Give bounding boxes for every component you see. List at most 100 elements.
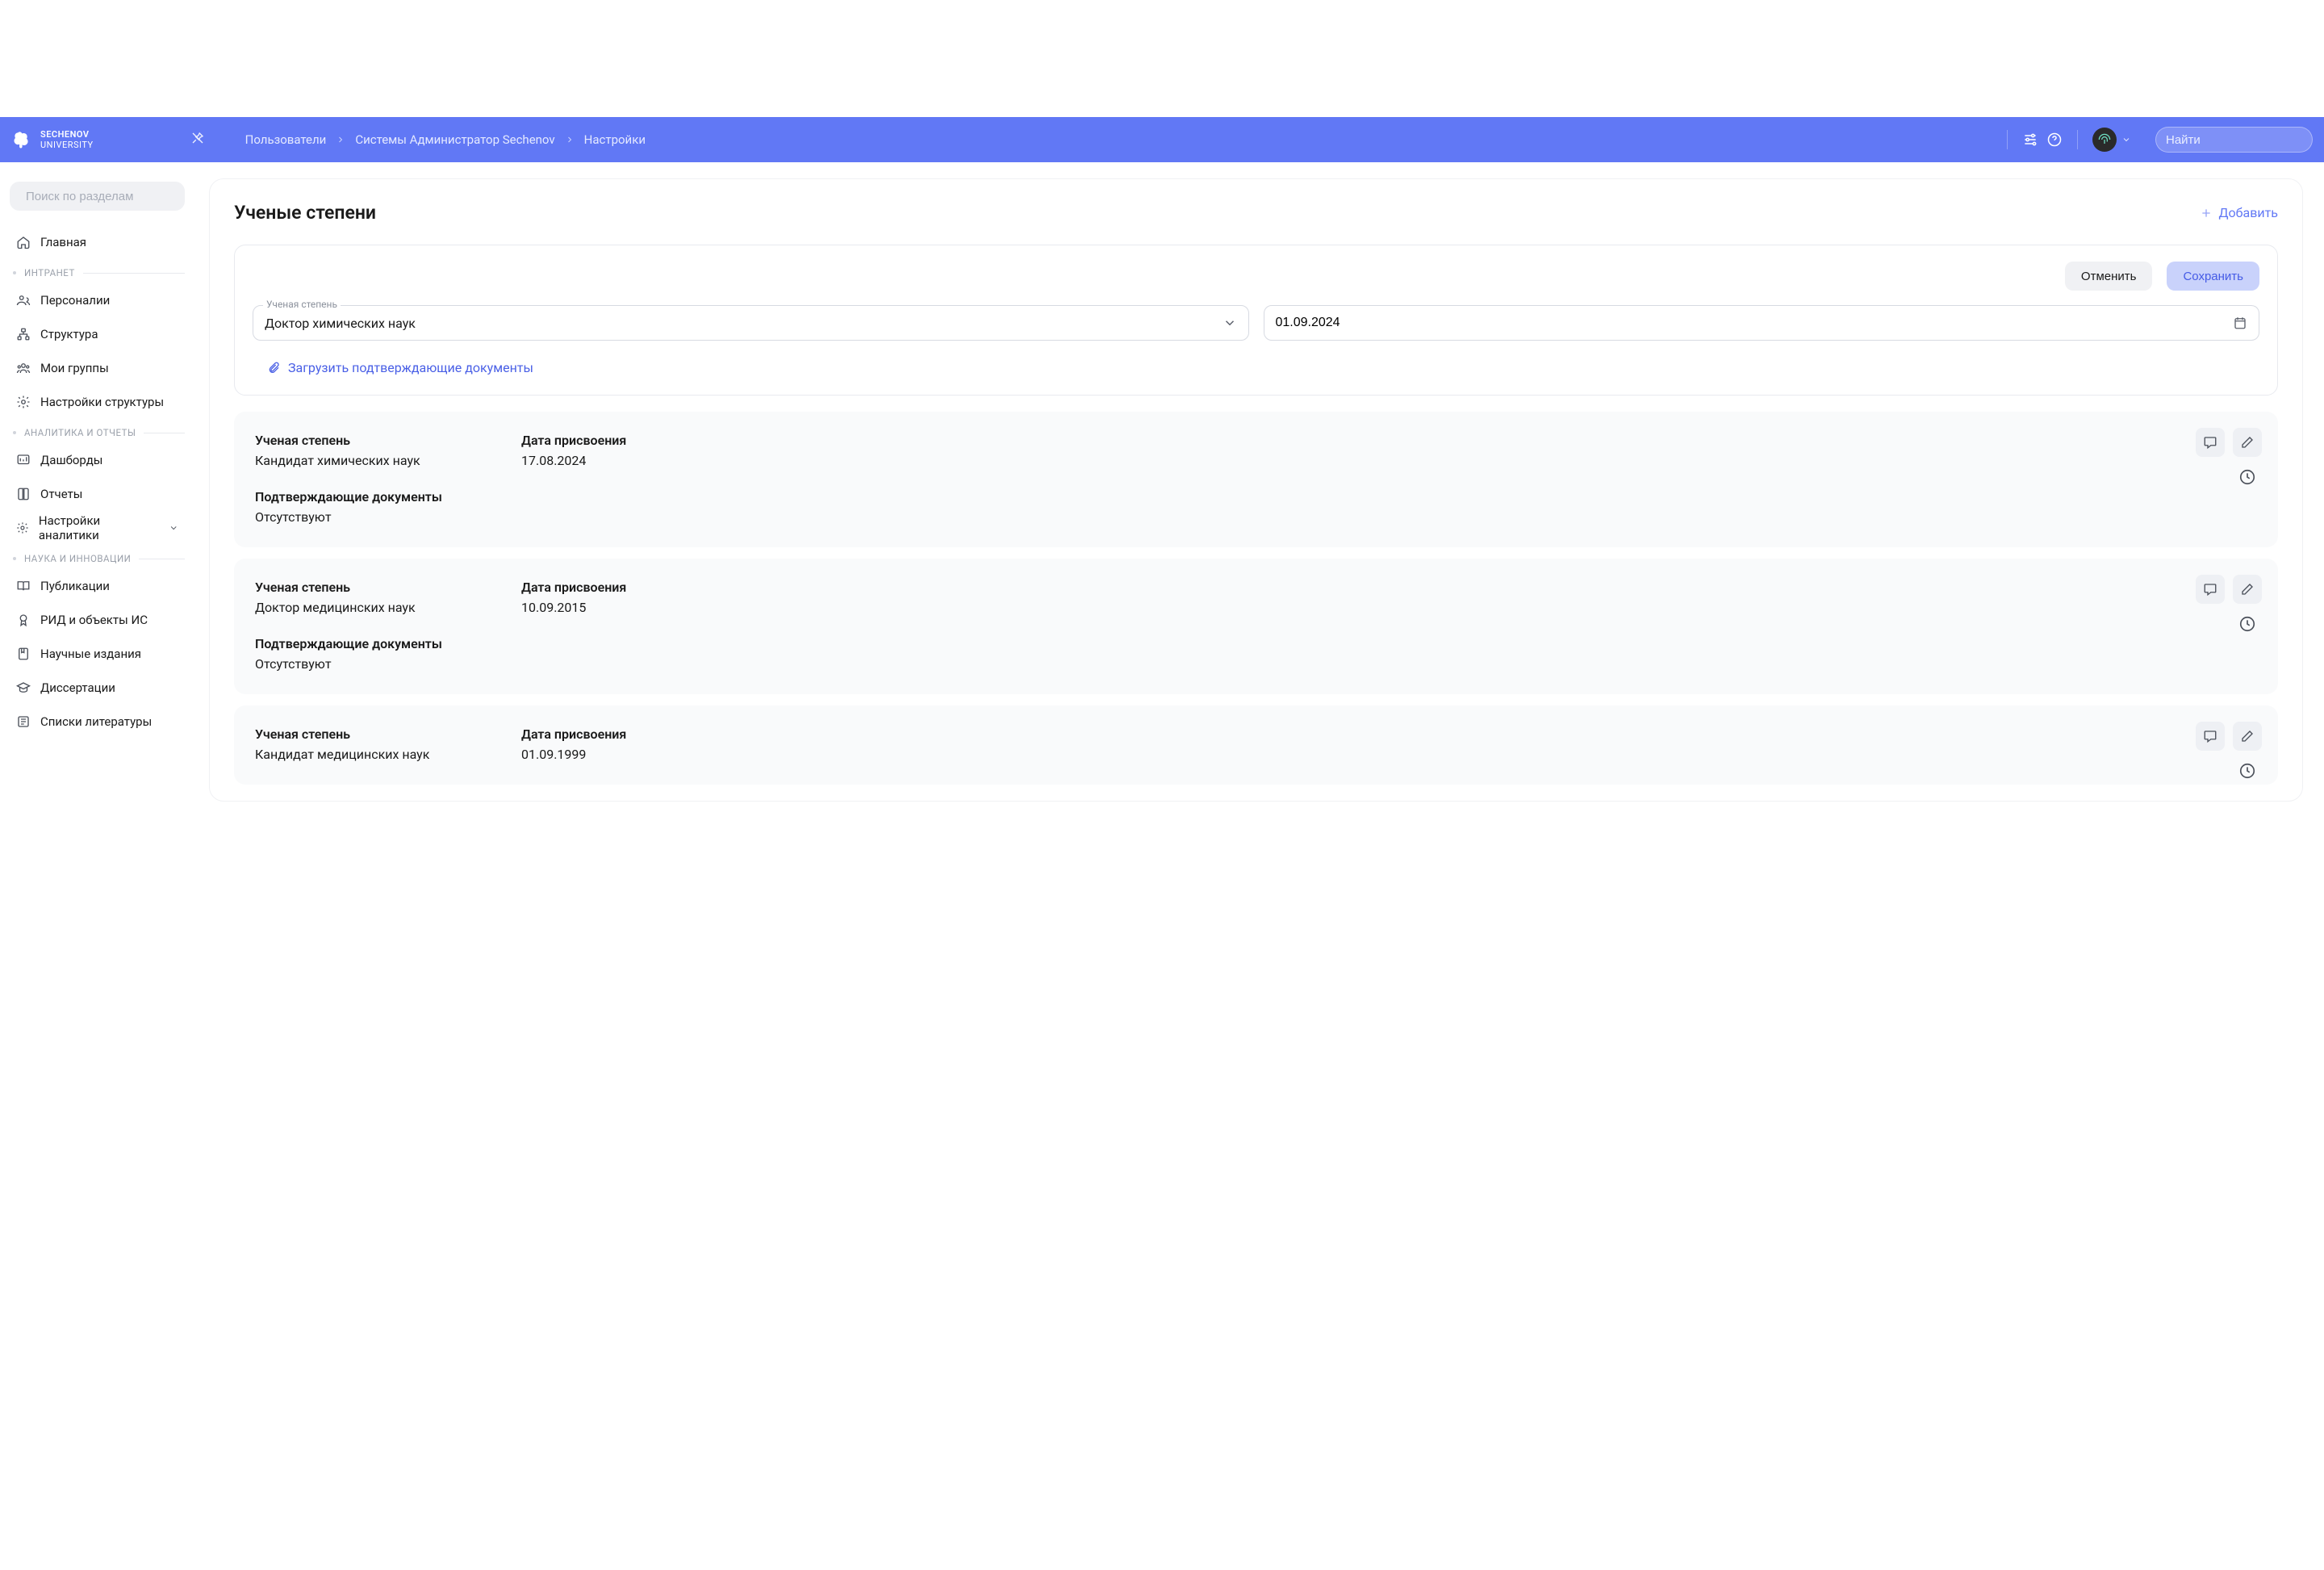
degree-select-label: Ученая степень	[263, 299, 341, 310]
edit-button[interactable]	[2233, 428, 2262, 457]
section-intranet: ИНТРАНЕТ	[13, 267, 185, 278]
gear-icon	[16, 521, 29, 535]
plus-icon	[2200, 207, 2213, 220]
sidebar-label: Главная	[40, 235, 86, 249]
crumb-0[interactable]: Пользователи	[245, 132, 327, 147]
sidebar-item-ip-objects[interactable]: РИД и объекты ИС	[10, 603, 185, 637]
history-icon[interactable]	[2238, 615, 2256, 633]
sidebar-item-personnel[interactable]: Персоналии	[10, 283, 185, 317]
sidebar-item-analytics-settings[interactable]: Настройки аналитики	[10, 511, 185, 545]
date-field[interactable]	[1264, 305, 2260, 341]
list-icon	[16, 714, 31, 729]
users-icon	[16, 293, 31, 308]
chevron-right-icon	[565, 135, 575, 144]
upload-link[interactable]: Загрузить подтверждающие документы	[253, 360, 2259, 375]
add-button[interactable]: Добавить	[2200, 205, 2278, 220]
book-icon	[16, 487, 31, 501]
degree-edit-panel: Отменить Сохранить Ученая степень Доктор…	[234, 245, 2278, 396]
sidebar-label: Настройки структуры	[40, 395, 164, 409]
topbar: SECHENOV UNIVERSITY Пользователи Системы…	[0, 117, 2324, 162]
avatar	[2092, 128, 2117, 152]
crumb-2[interactable]: Настройки	[584, 132, 646, 147]
chevron-right-icon	[336, 135, 345, 144]
docs-label: Подтверждающие документы	[255, 636, 473, 651]
sidebar-item-journals[interactable]: Научные издания	[10, 637, 185, 671]
paperclip-icon	[267, 362, 280, 375]
bookmark-book-icon	[16, 647, 31, 661]
sidebar-search-input[interactable]	[26, 190, 186, 203]
sidebar-label: Дашборды	[40, 453, 102, 467]
sidebar-label: Отчеты	[40, 487, 82, 501]
degree-select-value: Доктор химических наук	[265, 316, 1223, 331]
date-label: Дата присвоения	[521, 726, 626, 742]
sidebar-item-reports[interactable]: Отчеты	[10, 477, 185, 511]
help-icon[interactable]	[2046, 132, 2063, 148]
date-value: 17.08.2024	[521, 453, 626, 468]
award-icon	[16, 613, 31, 627]
global-search[interactable]	[2155, 127, 2313, 153]
sidebar-label: Персоналии	[40, 293, 110, 308]
degree-record: Ученая степень Доктор медицинских наук П…	[234, 559, 2278, 694]
fingerprint-icon	[2096, 132, 2113, 148]
edit-button[interactable]	[2233, 575, 2262, 604]
sidebar-item-structure-settings[interactable]: Настройки структуры	[10, 385, 185, 419]
degree-record: Ученая степень Кандидат медицинских наук…	[234, 705, 2278, 785]
crumb-1[interactable]: Системы Администратор Sechenov	[355, 132, 554, 147]
pin-off-icon	[190, 131, 205, 145]
global-search-input[interactable]	[2166, 133, 2324, 147]
sidebar-label: Списки литературы	[40, 714, 152, 729]
degree-value: Кандидат медицинских наук	[255, 747, 473, 762]
page-title: Ученые степени	[234, 202, 376, 224]
sidebar-item-bibliographies[interactable]: Списки литературы	[10, 705, 185, 739]
user-menu[interactable]	[2092, 128, 2131, 152]
calendar-icon[interactable]	[2233, 316, 2247, 330]
dashboard-icon	[16, 453, 31, 467]
history-icon[interactable]	[2238, 468, 2256, 486]
pin-button[interactable]	[190, 131, 205, 149]
chevron-down-icon	[2121, 135, 2131, 144]
sidebar-item-dissertations[interactable]: Диссертации	[10, 671, 185, 705]
brand-line1: SECHENOV	[40, 130, 94, 139]
save-button[interactable]: Сохранить	[2167, 262, 2259, 291]
sidebar-label: Научные издания	[40, 647, 141, 661]
degree-label: Ученая степень	[255, 433, 473, 448]
sidebar-label: Структура	[40, 327, 98, 341]
degree-value: Доктор медицинских наук	[255, 600, 473, 615]
history-icon[interactable]	[2238, 762, 2256, 780]
brand-line2: UNIVERSITY	[40, 140, 94, 149]
sidebar-item-publications[interactable]: Публикации	[10, 569, 185, 603]
brand-logo[interactable]: SECHENOV UNIVERSITY	[11, 128, 94, 151]
pencil-icon	[2240, 729, 2255, 743]
sidebar-search[interactable]	[10, 182, 185, 211]
comment-icon	[2203, 435, 2217, 450]
sidebar-item-dashboards[interactable]: Дашборды	[10, 443, 185, 477]
edit-button[interactable]	[2233, 722, 2262, 751]
docs-value: Отсутствуют	[255, 656, 473, 672]
brain-logo-icon	[11, 128, 34, 151]
sidebar-item-groups[interactable]: Мои группы	[10, 351, 185, 385]
sidebar-item-home[interactable]: Главная	[10, 225, 185, 259]
pencil-icon	[2240, 582, 2255, 597]
sidebar: Главная ИНТРАНЕТ Персоналии Структура Мо…	[0, 162, 194, 818]
cancel-button[interactable]: Отменить	[2065, 262, 2153, 291]
date-label: Дата присвоения	[521, 580, 626, 595]
book-open-icon	[16, 579, 31, 593]
sidebar-item-structure[interactable]: Структура	[10, 317, 185, 351]
comment-button[interactable]	[2196, 722, 2225, 751]
sidebar-label: РИД и объекты ИС	[40, 613, 148, 627]
groups-icon	[16, 361, 31, 375]
sidebar-label: Настройки аналитики	[39, 513, 149, 542]
breadcrumb: Пользователи Системы Администратор Seche…	[245, 132, 646, 147]
comment-icon	[2203, 582, 2217, 597]
comment-button[interactable]	[2196, 575, 2225, 604]
sliders-icon[interactable]	[2022, 132, 2038, 148]
section-science: НАУКА И ИННОВАЦИИ	[13, 553, 185, 564]
date-input[interactable]	[1276, 316, 2234, 330]
comment-icon	[2203, 729, 2217, 743]
main: Ученые степени Добавить Отменить Сохрани…	[194, 162, 2324, 818]
upload-label: Загрузить подтверждающие документы	[288, 360, 533, 375]
home-icon	[16, 235, 31, 249]
date-value: 01.09.1999	[521, 747, 626, 762]
comment-button[interactable]	[2196, 428, 2225, 457]
degree-select[interactable]: Ученая степень Доктор химических наук	[253, 305, 1249, 341]
